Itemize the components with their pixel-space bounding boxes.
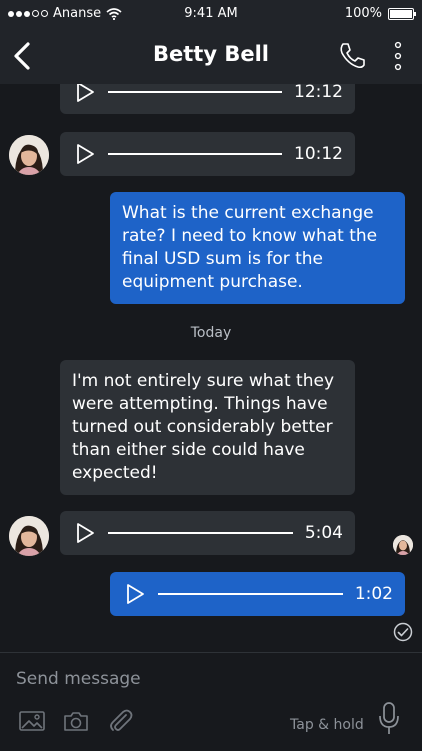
audio-progress-track[interactable] bbox=[108, 91, 282, 93]
avatar[interactable] bbox=[9, 516, 49, 556]
tap-hold-hint: Tap & hold bbox=[290, 717, 364, 733]
audio-progress-track[interactable] bbox=[108, 532, 293, 534]
camera-icon[interactable] bbox=[62, 709, 90, 733]
outgoing-text-message: What is the current exchange rate? I nee… bbox=[110, 192, 405, 304]
audio-progress-track[interactable] bbox=[158, 593, 343, 595]
audio-duration: 10:12 bbox=[294, 144, 343, 164]
chat-header: Betty Bell bbox=[0, 28, 422, 84]
play-icon[interactable] bbox=[124, 583, 146, 605]
paperclip-icon[interactable] bbox=[106, 709, 134, 733]
date-separator: Today bbox=[190, 325, 232, 341]
message-list[interactable]: 12:12 10:12 What is the current exchange… bbox=[0, 84, 422, 652]
play-icon[interactable] bbox=[74, 143, 96, 165]
play-icon[interactable] bbox=[74, 522, 96, 544]
audio-duration: 12:12 bbox=[294, 84, 343, 102]
phone-icon[interactable] bbox=[336, 40, 368, 72]
outgoing-audio-message: 1:02 bbox=[110, 572, 405, 616]
image-icon[interactable] bbox=[18, 709, 46, 733]
avatar[interactable] bbox=[9, 135, 49, 175]
check-circle-icon bbox=[393, 622, 413, 642]
play-icon[interactable] bbox=[74, 84, 96, 103]
more-vertical-icon[interactable] bbox=[386, 40, 410, 72]
audio-message: 10:12 bbox=[60, 132, 355, 176]
audio-duration: 1:02 bbox=[354, 584, 393, 604]
audio-message: 5:04 bbox=[60, 511, 355, 555]
message-input[interactable]: Send message bbox=[16, 669, 316, 693]
incoming-text-message: I'm not entirely sure what they were att… bbox=[60, 360, 355, 495]
battery-percent: 100% bbox=[344, 6, 382, 21]
status-bar: Ananse 9:41 AM 100% bbox=[0, 0, 422, 28]
audio-progress-track[interactable] bbox=[108, 153, 282, 155]
battery-icon bbox=[388, 7, 416, 20]
audio-duration: 5:04 bbox=[304, 523, 343, 543]
audio-message: 12:12 bbox=[60, 84, 355, 114]
microphone-icon[interactable] bbox=[378, 701, 400, 737]
read-receipt-avatar bbox=[393, 535, 413, 555]
composer: Send message Tap & hold bbox=[0, 652, 422, 751]
